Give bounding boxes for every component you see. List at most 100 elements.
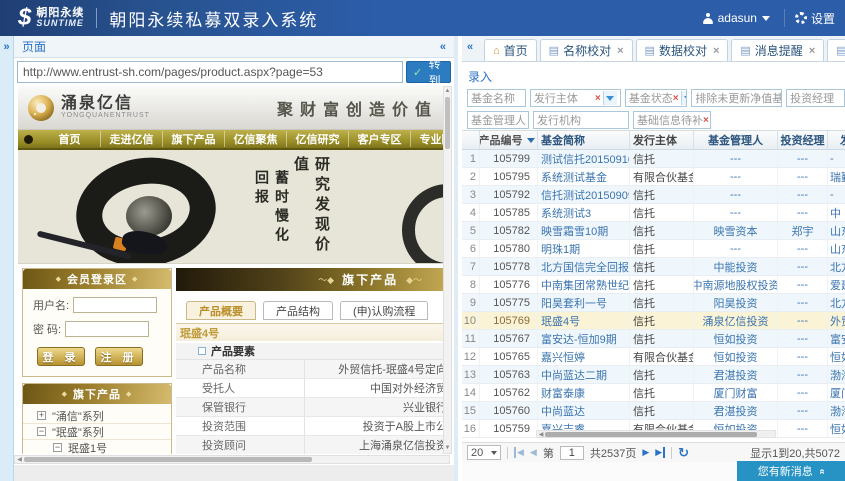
- agency-cell[interactable]: 北方: [828, 294, 845, 311]
- agency-cell[interactable]: 恒如: [828, 420, 845, 437]
- manager-cell[interactable]: ---: [694, 186, 778, 203]
- table-row[interactable]: 11 105767 富安达-恒加9期 信托 恒如投资 --- 富安: [462, 330, 845, 348]
- agency-cell[interactable]: 北方: [828, 258, 845, 275]
- filter-field[interactable]: 投资经理 ×: [786, 89, 845, 107]
- agency-cell[interactable]: 富安: [828, 330, 845, 347]
- agency-cell[interactable]: 爱建: [828, 276, 845, 293]
- fund-name-link[interactable]: 嘉兴恒婷: [538, 348, 630, 365]
- pm-cell[interactable]: ---: [778, 258, 828, 275]
- next-page-button[interactable]: ▶: [642, 447, 649, 458]
- tree-item[interactable]: − 珉盛1号: [23, 440, 171, 454]
- table-row[interactable]: 5 105782 映雪霜雪10期 信托 映雪资本 郑宇 山东: [462, 222, 845, 240]
- refresh-grid-icon[interactable]: ↻: [678, 445, 689, 461]
- prev-page-button[interactable]: ◀: [530, 447, 537, 458]
- col-manager[interactable]: 基金管理人: [694, 131, 778, 149]
- manager-cell[interactable]: ---: [694, 150, 778, 167]
- webpage-nav-item[interactable]: 旗下产品: [163, 131, 225, 147]
- fund-name-link[interactable]: 阳昊套利一号: [538, 294, 630, 311]
- pm-cell[interactable]: ---: [778, 186, 828, 203]
- filter-field[interactable]: 排除未更新净值基金 ×: [691, 89, 782, 107]
- webpage-nav-item[interactable]: 走进亿信: [101, 131, 163, 147]
- agency-cell[interactable]: 中: [828, 204, 845, 221]
- fund-name-link[interactable]: 映雪霜雪10期: [538, 222, 630, 239]
- pm-cell[interactable]: ---: [778, 168, 828, 185]
- fund-name-link[interactable]: 系统测试3: [538, 204, 630, 221]
- webpage-nav-item[interactable]: 亿信聚焦: [225, 131, 287, 147]
- settings-button[interactable]: 设置: [785, 0, 845, 36]
- filter-field[interactable]: 基金名称 ×: [467, 89, 526, 107]
- manager-cell[interactable]: 映雪资本: [694, 222, 778, 239]
- table-row[interactable]: 15 105760 中尚蓝达 信托 君湛投资 --- 渤海: [462, 402, 845, 420]
- table-row[interactable]: 10 105769 珉盛4号 信托 涌泉亿信投资 --- 外贸: [462, 312, 845, 330]
- col-fund-name[interactable]: 基金简称: [538, 131, 630, 149]
- webpage-nav-item[interactable]: 亿信研究: [287, 131, 349, 147]
- first-page-button[interactable]: ◀: [514, 447, 524, 458]
- table-row[interactable]: 3 105792 信托测试20150909 信托 --- --- -: [462, 186, 845, 204]
- scroll-thumb[interactable]: [445, 97, 450, 149]
- tree-item[interactable]: + "涌信"系列: [23, 408, 171, 424]
- pm-cell[interactable]: ---: [778, 384, 828, 401]
- fund-name-link[interactable]: 中尚蓝达二期: [538, 366, 630, 383]
- table-row[interactable]: 12 105765 嘉兴恒婷 有限合伙基金 恒如投资 --- 恒如: [462, 348, 845, 366]
- clear-filter-icon[interactable]: ×: [703, 115, 709, 126]
- filter-field[interactable]: 基金状态 ×: [625, 89, 688, 107]
- agency-cell[interactable]: 渤海: [828, 366, 845, 383]
- checkbox-icon[interactable]: [198, 347, 206, 355]
- manager-cell[interactable]: 恒如投资: [694, 330, 778, 347]
- scroll-left-icon[interactable]: ◀: [15, 456, 24, 463]
- fund-name-link[interactable]: 富安达-恒加9期: [538, 330, 630, 347]
- manager-cell[interactable]: 厦门财富: [694, 384, 778, 401]
- pm-cell[interactable]: ---: [778, 150, 828, 167]
- username-field[interactable]: [73, 297, 157, 313]
- pm-cell[interactable]: ---: [778, 204, 828, 221]
- scroll-thumb[interactable]: [545, 432, 757, 437]
- table-row[interactable]: 1 105799 测试信托20150910 信托 --- --- -: [462, 150, 845, 168]
- agency-cell[interactable]: -: [828, 186, 845, 203]
- close-icon[interactable]: ×: [713, 45, 719, 57]
- webpage-nav-item[interactable]: 首页: [39, 131, 101, 147]
- agency-cell[interactable]: 瑞勤: [828, 168, 845, 185]
- filter-field[interactable]: 基础信息待补 ×: [633, 111, 711, 129]
- pm-cell[interactable]: ---: [778, 366, 828, 383]
- url-input[interactable]: [17, 61, 403, 83]
- fund-name-link[interactable]: 信托测试20150909: [538, 186, 630, 203]
- col-product-code[interactable]: 产品编号: [480, 131, 538, 149]
- table-row[interactable]: 13 105763 中尚蓝达二期 信托 君湛投资 --- 渤海: [462, 366, 845, 384]
- pm-cell[interactable]: ---: [778, 294, 828, 311]
- agency-cell[interactable]: 厦门: [828, 384, 845, 401]
- workspace-tab[interactable]: ▤ 消息提醒 ×: [731, 39, 824, 61]
- user-menu[interactable]: adasun: [689, 0, 784, 36]
- table-row[interactable]: 4 105785 系统测试3 信托 --- --- 中: [462, 204, 845, 222]
- col-issuer[interactable]: 发行主体: [630, 131, 694, 149]
- close-icon[interactable]: ×: [809, 45, 815, 57]
- pm-cell[interactable]: ---: [778, 420, 828, 437]
- collapse-workspace-icon[interactable]: «: [467, 41, 473, 53]
- product-tab[interactable]: 产品结构: [263, 301, 333, 320]
- table-row[interactable]: 14 105762 财富泰康 信托 厦门财富 --- 厦门: [462, 384, 845, 402]
- fund-name-link[interactable]: 测试信托20150910: [538, 150, 630, 167]
- manager-cell[interactable]: 阳昊投资: [694, 294, 778, 311]
- fund-name-link[interactable]: 北方国信完全回报: [538, 258, 630, 275]
- manager-cell[interactable]: 中能投资: [694, 258, 778, 275]
- manager-cell[interactable]: 中南源地股权投资: [694, 276, 778, 293]
- close-icon[interactable]: ×: [617, 45, 623, 57]
- table-row[interactable]: 2 105795 系统测试基金 有限合伙基金 --- --- 瑞勤: [462, 168, 845, 186]
- fund-name-link[interactable]: 中南集团常熟世纪缦城: [538, 276, 630, 293]
- workspace-tab[interactable]: ▤ 扣分绩效统计 ×: [827, 39, 845, 61]
- pm-cell[interactable]: ---: [778, 276, 828, 293]
- pm-cell[interactable]: 郑宇: [778, 222, 828, 239]
- scroll-up-icon[interactable]: ▲: [444, 87, 451, 96]
- scroll-down-icon[interactable]: ▼: [444, 444, 451, 453]
- expand-left-icon[interactable]: »: [0, 41, 13, 53]
- fund-name-link[interactable]: 明珠1期: [538, 240, 630, 257]
- tree-expand-icon[interactable]: −: [37, 427, 46, 436]
- product-tab[interactable]: 产品概要: [186, 301, 256, 320]
- tree-expand-icon[interactable]: +: [37, 411, 46, 420]
- manager-cell[interactable]: 君湛投资: [694, 366, 778, 383]
- col-agency[interactable]: 发行机构: [828, 131, 845, 149]
- login-button[interactable]: 登 录: [37, 347, 85, 366]
- manager-cell[interactable]: ---: [694, 204, 778, 221]
- page-size-select[interactable]: 20: [467, 445, 501, 460]
- scroll-thumb[interactable]: [24, 457, 312, 462]
- pm-cell[interactable]: ---: [778, 330, 828, 347]
